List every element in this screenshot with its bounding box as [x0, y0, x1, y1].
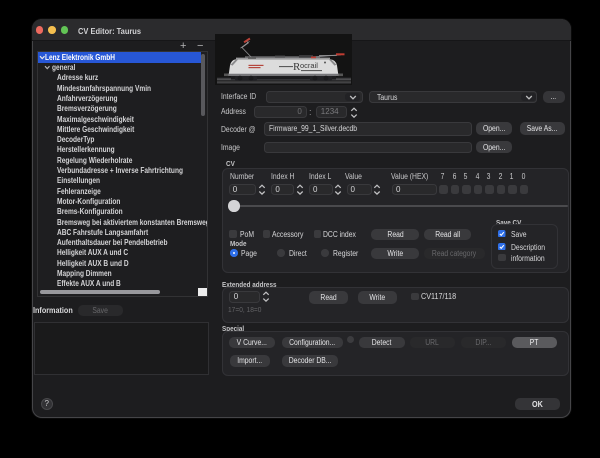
- svg-text:ocrail: ocrail: [300, 61, 318, 70]
